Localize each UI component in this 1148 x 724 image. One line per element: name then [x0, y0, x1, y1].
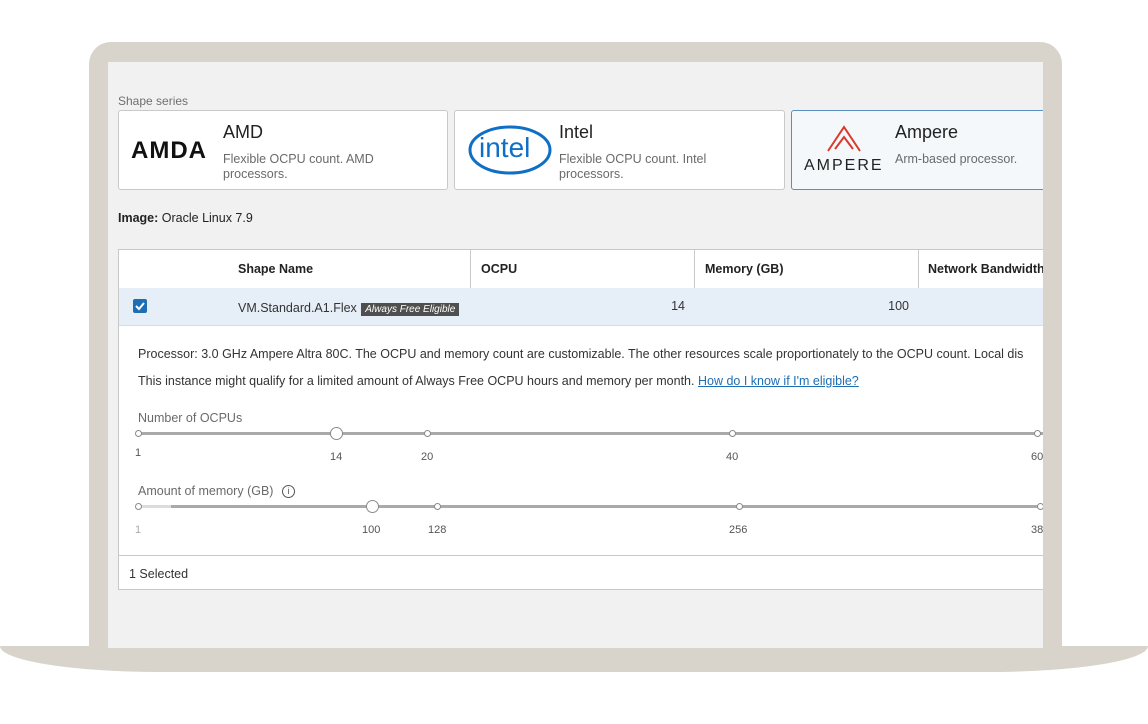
eligibility-link[interactable]: How do I know if I'm eligible? [698, 374, 859, 388]
table-footer: 1 Selected [119, 555, 1043, 591]
table-header: Shape Name OCPU Memory (GB) Network Band… [119, 250, 1043, 289]
memory-tick [434, 503, 441, 510]
amd-logo: AMDA [131, 137, 207, 164]
card-desc-ampere: Arm-based processor. [895, 152, 1018, 166]
ocpu-tick [1034, 430, 1041, 437]
shape-card-amd[interactable]: AMDA AMD Flexible OCPU count. AMD proces… [118, 110, 448, 190]
shape-card-intel[interactable]: intel Intel Flexible OCPU count. Intel p… [454, 110, 785, 190]
memory-slider-disabled-track [138, 505, 171, 508]
memory-slider-label: Amount of memory (GB) i [138, 484, 295, 499]
info-icon[interactable]: i [281, 485, 295, 499]
ocpu-slider-label: Number of OCPUs [138, 411, 243, 425]
column-divider [694, 250, 695, 288]
memory-tick [1037, 503, 1043, 510]
ocpu-tick [135, 430, 142, 437]
image-value: Oracle Linux 7.9 [161, 211, 253, 225]
always-free-badge: Always Free Eligible [361, 303, 460, 316]
card-title-ampere: Ampere [895, 122, 959, 142]
memory-tick-label: 1 [135, 524, 142, 536]
card-title-amd: AMD [223, 122, 263, 142]
ocpu-slider-thumb[interactable] [330, 427, 343, 440]
processor-description: Processor: 3.0 GHz Ampere Altra 80C. The… [138, 347, 1024, 361]
column-divider [918, 250, 919, 288]
shape-card-ampere[interactable]: AMPERE Ampere Arm-based processor. [791, 110, 1043, 190]
memory-tick-label: 38 [1031, 524, 1043, 536]
ampere-logo-text: AMPERE [804, 157, 884, 174]
memory-tick [736, 503, 743, 510]
memory-cell: 100 [888, 299, 909, 313]
card-title-intel: Intel [559, 122, 594, 142]
column-divider [470, 250, 471, 288]
ampere-logo-icon [827, 125, 861, 152]
memory-slider-label-text: Amount of memory (GB) [138, 484, 274, 498]
free-tier-text: This instance might qualify for a limite… [138, 374, 695, 388]
card-desc-intel: Flexible OCPU count. Intel processors. [559, 152, 707, 181]
memory-slider-track[interactable] [171, 505, 1043, 508]
intel-logo-text: intel [479, 132, 531, 163]
ocpu-tick-label: 60 [1031, 451, 1043, 463]
row-checkbox[interactable] [133, 299, 147, 313]
image-label: Image: [118, 211, 159, 225]
memory-tick-label: 128 [428, 524, 447, 536]
selected-count: 1 Selected [129, 567, 189, 581]
memory-tick-label: 100 [362, 524, 381, 536]
memory-tick [135, 503, 142, 510]
card-desc-amd: Flexible OCPU count. AMD processors. [223, 152, 374, 181]
col-header-memory[interactable]: Memory (GB) [705, 250, 783, 288]
col-header-network-bandwidth[interactable]: Network Bandwidth [928, 250, 1043, 288]
ocpu-tick-label: 1 [135, 447, 142, 459]
free-tier-note: This instance might qualify for a limite… [138, 374, 859, 388]
shape-name: VM.Standard.A1.Flex [238, 301, 357, 315]
ocpu-tick-label: 40 [726, 451, 739, 463]
ocpu-tick-label: 20 [421, 451, 434, 463]
ocpu-tick [729, 430, 736, 437]
memory-slider-thumb[interactable] [366, 500, 379, 513]
check-icon [135, 302, 145, 311]
image-info: Image: Oracle Linux 7.9 [118, 211, 253, 225]
screen: Shape series AMDA AMD Flexible OCPU coun… [108, 62, 1043, 648]
laptop-base [0, 646, 1148, 672]
shape-series-label: Shape series [118, 94, 189, 108]
shape-name-cell: VM.Standard.A1.Flex Always Free Eligible [238, 299, 460, 317]
ocpu-tick [424, 430, 431, 437]
ocpu-cell: 14 [671, 299, 685, 313]
col-header-shape-name[interactable]: Shape Name [238, 250, 313, 288]
memory-tick-label: 256 [729, 524, 748, 536]
shape-table: Shape Name OCPU Memory (GB) Network Band… [118, 249, 1043, 590]
col-header-ocpu[interactable]: OCPU [481, 250, 517, 288]
table-row[interactable]: VM.Standard.A1.Flex Always Free Eligible… [119, 288, 1043, 326]
ocpu-slider-track[interactable] [138, 432, 1043, 435]
ocpu-tick-label: 14 [330, 451, 343, 463]
